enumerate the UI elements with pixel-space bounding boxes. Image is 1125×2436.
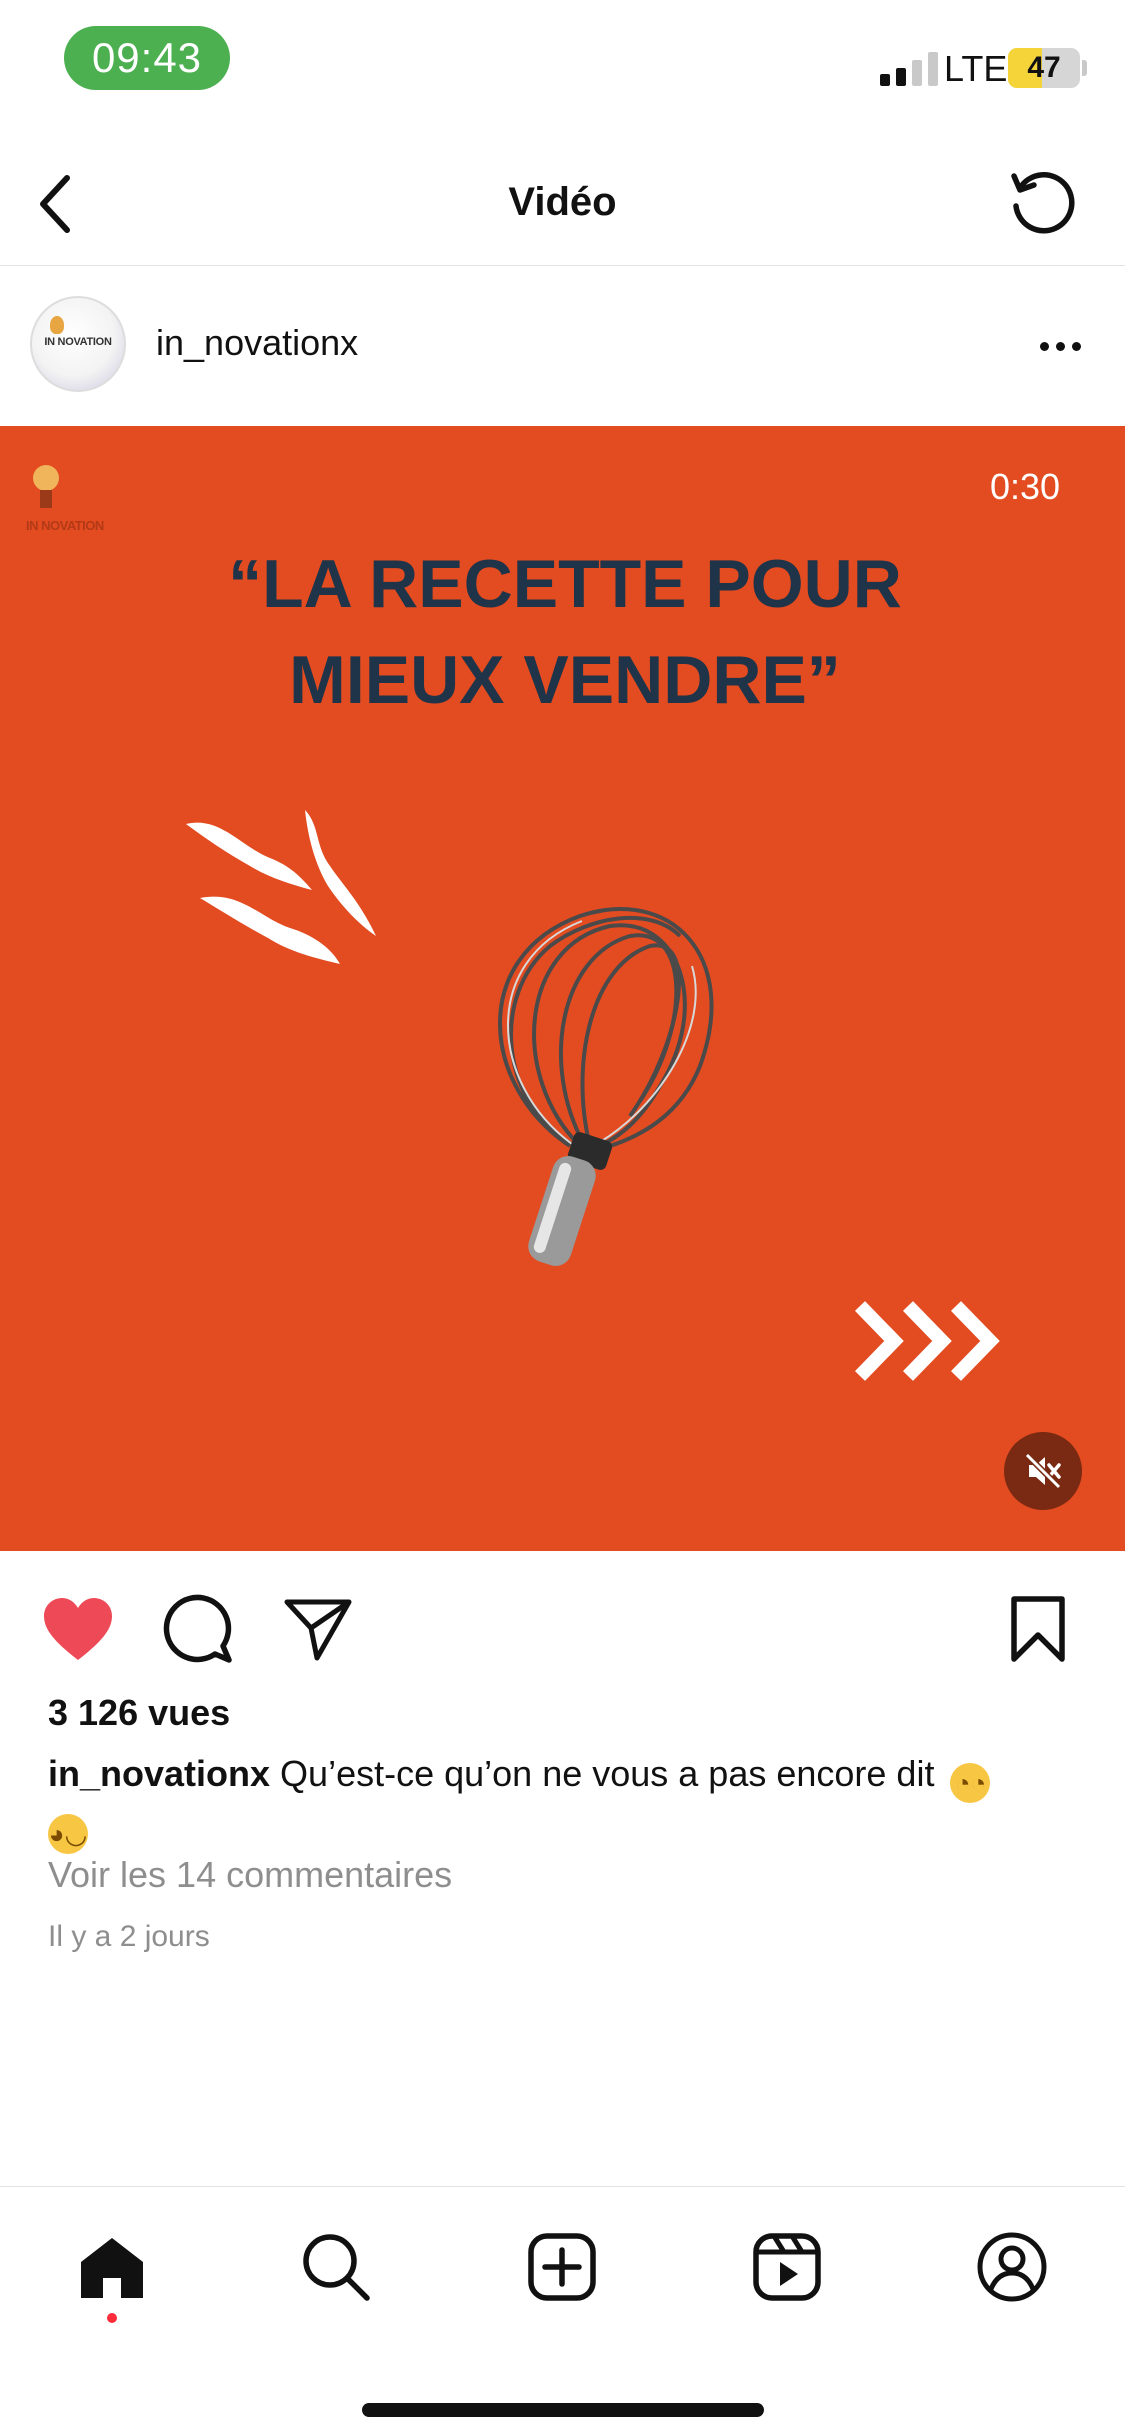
post-timestamp: Il y a 2 jours [48, 1920, 210, 1953]
status-bar: 09:43 LTE 47 [0, 0, 1125, 140]
network-label: LTE [944, 48, 1008, 89]
video-duration: 0:30 [990, 466, 1061, 507]
home-active-dot [107, 2313, 117, 2323]
video-headline: “LA RECETTE POUR MIEUX VENDRE” [130, 536, 1000, 728]
tab-profile[interactable] [962, 2217, 1062, 2317]
sneezing-face-emoji-icon: ◕◡ [48, 1814, 88, 1854]
bulb-icon [50, 316, 64, 334]
status-time: 09:43 [64, 26, 230, 90]
create-icon [528, 2233, 596, 2301]
nav-header: Vidéo [0, 140, 1125, 266]
home-icon [81, 2238, 143, 2298]
headline-line-1: “LA RECETTE POUR [228, 546, 902, 622]
send-icon [284, 1599, 352, 1661]
whisk-icon [498, 907, 714, 1266]
weary-face-emoji-icon: ◔◔ [950, 1763, 991, 1803]
video-logo: IN NOVATION [26, 460, 146, 533]
more-horizontal-icon [1039, 341, 1049, 351]
headline-line-2: MIEUX VENDRE” [289, 642, 841, 718]
bottom-tab-bar [0, 2186, 1125, 2436]
signal-icon [880, 50, 938, 86]
like-button[interactable] [38, 1589, 118, 1669]
caption-text: Qu’est-ce qu’on ne vous a pas encore dit [280, 1753, 935, 1794]
avatar[interactable]: IN NOVATION [30, 296, 126, 392]
chevron-left-icon [40, 175, 70, 233]
refresh-button[interactable] [1000, 160, 1084, 244]
refresh-icon [1011, 172, 1075, 234]
comment-button[interactable] [158, 1589, 238, 1669]
tab-home[interactable] [62, 2217, 162, 2317]
post-header: IN NOVATION in_novationx [0, 266, 1125, 426]
battery-level: 47 [1027, 51, 1061, 84]
battery-icon: 47 [1008, 48, 1080, 88]
avatar-logo-text: IN NOVATION [44, 336, 112, 348]
tab-reels[interactable] [737, 2217, 837, 2317]
mute-button[interactable] [1004, 1432, 1082, 1510]
chevrons-right-icon [854, 1301, 1000, 1381]
post-actions [0, 1551, 1125, 1701]
speaker-muted-icon [1024, 1452, 1062, 1490]
view-count: 3 126 vues [48, 1692, 231, 1733]
page-title: Vidéo [508, 180, 617, 224]
video-player[interactable]: IN NOVATION 0:30 “LA RECETTE POUR MIEUX … [0, 426, 1125, 1551]
bulb-icon [33, 465, 59, 508]
profile-icon [977, 2232, 1047, 2302]
home-indicator[interactable] [362, 2403, 764, 2417]
heart-filled-icon [44, 1598, 112, 1660]
search-icon [303, 2234, 370, 2301]
video-logo-text: IN NOVATION [26, 518, 104, 533]
view-comments-link[interactable]: Voir les 14 commentaires [48, 1854, 452, 1896]
bookmark-icon [1011, 1596, 1065, 1662]
more-options-button[interactable] [1030, 316, 1090, 376]
comment-icon [163, 1594, 232, 1663]
steam-swoosh-icon [186, 810, 376, 964]
share-button[interactable] [278, 1589, 358, 1669]
caption-username[interactable]: in_novationx [48, 1753, 270, 1794]
post-caption: in_novationx Qu’est-ce qu’on ne vous a p… [48, 1752, 1088, 1854]
reels-icon [753, 2233, 821, 2301]
battery-tip [1082, 60, 1087, 76]
tab-create[interactable] [512, 2217, 612, 2317]
save-button[interactable] [998, 1589, 1078, 1669]
back-button[interactable] [20, 164, 90, 244]
tab-search[interactable] [286, 2217, 386, 2317]
post-username[interactable]: in_novationx [156, 322, 358, 364]
